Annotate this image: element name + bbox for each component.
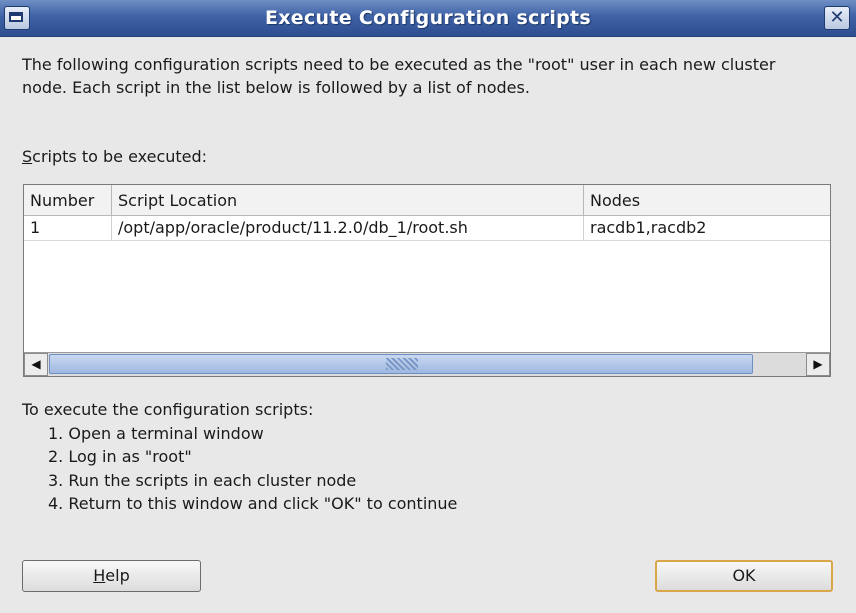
instructions-steps: 1. Open a terminal window 2. Log in as "… xyxy=(22,422,457,516)
list-item: 3. Run the scripts in each cluster node xyxy=(48,470,357,490)
scrollbar-thumb[interactable] xyxy=(49,354,753,374)
instructions-heading: To execute the configuration scripts: xyxy=(22,400,314,419)
instructions: To execute the configuration scripts: 1.… xyxy=(22,398,457,516)
help-mnemonic: H xyxy=(93,566,106,585)
list-item: 1. Open a terminal window xyxy=(48,423,264,443)
scripts-label: Scripts to be executed: xyxy=(22,147,207,166)
window-title: Execute Configuration scripts xyxy=(264,7,592,29)
scrollbar-grip-icon xyxy=(386,358,418,370)
list-item: 2. Log in as "root" xyxy=(48,447,192,466)
table-header: Number Script Location Nodes xyxy=(24,185,830,216)
cell-script-location: /opt/app/oracle/product/11.2.0/db_1/root… xyxy=(112,216,584,240)
cell-number: 1 xyxy=(24,216,112,240)
intro-text: The following configuration scripts need… xyxy=(22,55,776,97)
close-button[interactable]: ✕ xyxy=(824,6,850,30)
scroll-left-button[interactable]: ◀ xyxy=(24,353,48,376)
help-button[interactable]: Help xyxy=(22,560,201,592)
column-header-number[interactable]: Number xyxy=(24,185,112,215)
scroll-right-button[interactable]: ▶ xyxy=(806,353,830,376)
column-header-script-location[interactable]: Script Location xyxy=(112,185,584,215)
ok-button[interactable]: OK xyxy=(655,560,833,592)
cell-nodes: racdb1,racdb2 xyxy=(590,218,707,237)
column-header-nodes[interactable]: Nodes xyxy=(584,185,830,215)
help-label: elp xyxy=(105,566,130,585)
scripts-label-text: cripts to be executed: xyxy=(32,147,208,166)
title-bar: Execute Configuration scripts ✕ xyxy=(0,0,856,37)
scripts-table[interactable]: Number Script Location Nodes 1 /opt/app/… xyxy=(23,184,831,377)
scripts-label-mnemonic: S xyxy=(22,147,33,166)
table-row[interactable]: 1 /opt/app/oracle/product/11.2.0/db_1/ro… xyxy=(24,216,830,241)
list-item: 4. Return to this window and click "OK" … xyxy=(48,494,458,513)
horizontal-scrollbar[interactable]: ◀ ▶ xyxy=(24,352,830,376)
